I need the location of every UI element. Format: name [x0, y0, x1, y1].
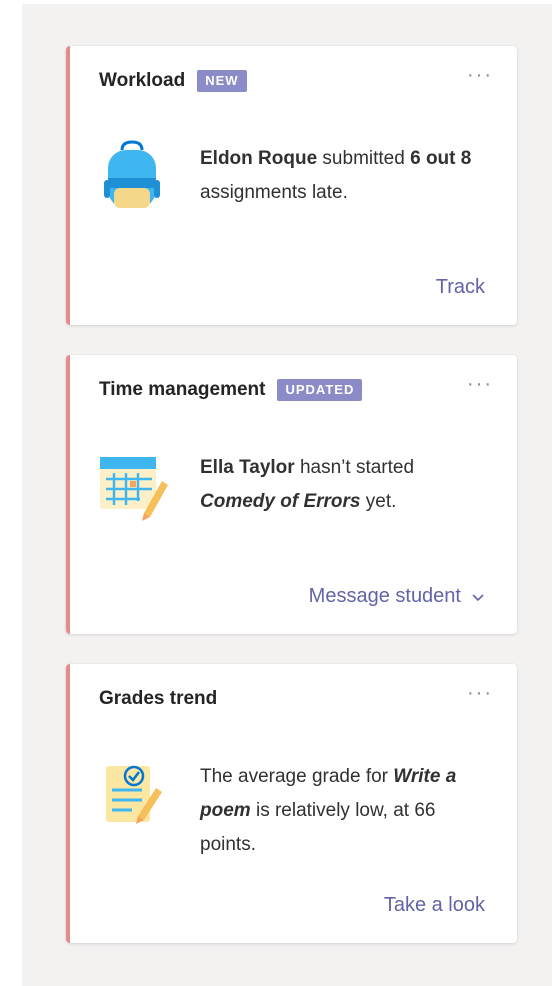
track-link[interactable]: Track — [436, 276, 485, 299]
card-description: Ella Taylor hasn’t started Comedy of Err… — [200, 457, 415, 512]
new-badge: NEW — [197, 70, 247, 92]
notepad-icon — [100, 760, 164, 830]
time-management-card: Time management UPDATED ··· Ella Taylor … — [66, 355, 517, 634]
card-header: Time management UPDATED — [99, 379, 363, 401]
student-name: Eldon Roque — [200, 148, 318, 169]
card-description: Eldon Roque submitted 6 out 8 assignment… — [200, 148, 472, 203]
card-description: The average grade for Write a poem is re… — [200, 766, 457, 855]
grades-trend-card: Grades trend ··· The average grade for W… — [66, 664, 517, 943]
more-options-icon[interactable]: ··· — [467, 64, 493, 87]
take-a-look-link[interactable]: Take a look — [384, 894, 485, 917]
assignment-name: Comedy of Errors — [200, 491, 361, 512]
late-count: 6 out 8 — [410, 148, 472, 169]
more-options-icon[interactable]: ··· — [467, 373, 493, 396]
card-title: Workload — [99, 70, 186, 91]
workload-card: Workload NEW ··· Eldon Roque submitted 6… — [66, 46, 517, 325]
backpack-icon — [100, 140, 164, 210]
message-student-dropdown[interactable]: Message student — [309, 585, 485, 608]
chevron-down-icon — [472, 593, 484, 601]
card-header: Workload NEW — [99, 70, 247, 92]
card-header: Grades trend — [99, 688, 217, 710]
card-title: Time management — [99, 379, 266, 400]
student-name: Ella Taylor — [200, 457, 295, 478]
calendar-icon — [100, 453, 168, 523]
card-title: Grades trend — [99, 688, 218, 709]
more-options-icon[interactable]: ··· — [467, 682, 493, 705]
updated-badge: UPDATED — [277, 379, 363, 401]
